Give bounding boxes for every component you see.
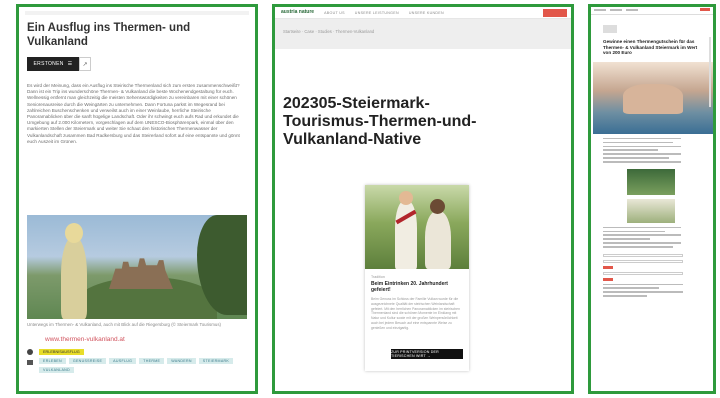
form-field[interactable] [603, 253, 683, 257]
nav-item-about[interactable]: ABOUT US [324, 11, 345, 15]
form-field[interactable] [603, 259, 683, 263]
card-cta-button[interactable]: ZUR PRINTVERSION DER TIERISCHEN WIRT → [391, 349, 463, 359]
highlight-tag[interactable]: ERLEBNISAUSFLUG [39, 349, 84, 355]
article-preview-panel: Ein Ausflug ins Thermen- und Vulkanland … [16, 4, 258, 394]
text-line [603, 295, 647, 297]
divider [591, 14, 713, 15]
mini-nav-item[interactable] [594, 8, 606, 11]
text-line [603, 291, 683, 293]
text-line [603, 234, 681, 236]
entry-form [603, 253, 683, 297]
text-line [603, 226, 681, 229]
text-line [603, 238, 650, 240]
native-ad-panel: austria nature ABOUT US UNSERE LEISTUNGE… [272, 4, 574, 394]
article-meta: ERLEBNISAUSFLUG [27, 349, 247, 355]
article-title: Ein Ausflug ins Thermen- und Vulkanland [27, 22, 191, 48]
text-line [603, 137, 681, 140]
hero-people [623, 83, 683, 114]
text-line [603, 157, 670, 159]
card-category: Tradition [371, 275, 385, 279]
article-photo [27, 215, 247, 319]
mini-nav-item[interactable] [626, 8, 638, 11]
text-line [603, 153, 681, 155]
website-link[interactable]: www.thermen-vulkanland.at [45, 336, 255, 343]
card-image [365, 185, 469, 269]
card-heading: Beim Eintrinken 20. Jahrhundert gefeiert… [371, 281, 448, 293]
tag-chip[interactable]: AUSFLUG [109, 358, 137, 364]
submit-button[interactable] [603, 265, 613, 269]
content-image [627, 198, 675, 223]
contact-button[interactable] [543, 9, 567, 17]
content-image [627, 168, 675, 195]
giveaway-text-block [603, 226, 681, 248]
mini-logo [603, 25, 617, 33]
tag-chip[interactable]: WANDERN [167, 358, 196, 364]
category-tab-label: ERSTONEN [33, 61, 64, 67]
article-body: Es wird der Meinung, dass ein Ausflug in… [27, 83, 240, 144]
text-line [603, 283, 683, 286]
photo-man-head [399, 191, 413, 205]
page-title: 202305-Steiermark-Tourismus-Thermen-und-… [283, 95, 477, 148]
hero-image [593, 61, 713, 134]
top-bar [25, 11, 249, 15]
text-line [603, 230, 666, 233]
tag-icon [27, 349, 33, 355]
nav-item-services[interactable]: UNSERE LEISTUNGEN [355, 11, 399, 15]
tag-chip[interactable]: ERLEBEN [39, 358, 66, 364]
nav-item-clients[interactable]: UNSERE KUNDEN [409, 11, 444, 15]
mini-nav-button[interactable] [700, 8, 710, 11]
giveaway-page-panel: Gewinne einen Thermengutschein für das T… [588, 4, 716, 394]
giveaway-title: Gewinne einen Thermengutschein für das T… [603, 39, 698, 56]
submit-button[interactable] [603, 277, 613, 281]
text-line [603, 246, 674, 248]
screenshot-collage: Ein Ausflug ins Thermen- und Vulkanland … [0, 0, 720, 398]
text-line [603, 242, 681, 244]
tag-chip[interactable]: THERME [139, 358, 165, 364]
giveaway-text-block [603, 137, 681, 163]
text-line [603, 149, 658, 151]
card-text: Beim Genuss im Schloss der Familie Vulka… [371, 297, 460, 330]
photo-person-head [65, 223, 83, 243]
site-navbar: austria nature ABOUT US UNSERE LEISTUNGE… [275, 7, 571, 19]
text-line [603, 141, 674, 144]
tag-chip[interactable]: STEIERMARK [198, 358, 234, 364]
photo-castle [109, 258, 173, 289]
mini-nav-item[interactable] [610, 8, 622, 11]
photo-woman [425, 211, 451, 269]
tag-list: ERLEBEN GENUSSREISE AUSFLUG THERME WANDE… [39, 358, 239, 373]
text-line [603, 161, 681, 163]
menu-icon: ☰ [67, 61, 73, 67]
share-icon[interactable]: ↗ [79, 57, 91, 71]
photo-caption: Unterwegs im Thermen- & Vulkanland, auch… [27, 322, 221, 327]
tag-chip[interactable]: VULKANLAND [39, 367, 74, 373]
breadcrumb: Startseite · Case · Studies · Thermen-Vu… [275, 19, 571, 49]
category-tab[interactable]: ERSTONEN ☰ [27, 57, 79, 71]
tag-list-wrap: ERLEBEN GENUSSREISE AUSFLUG THERME WANDE… [19, 358, 255, 373]
article-tabs: ERSTONEN ☰ ↗ [27, 57, 247, 71]
form-field[interactable] [603, 271, 683, 275]
site-logo[interactable]: austria nature [281, 10, 314, 15]
text-line [603, 287, 659, 289]
native-ad-card[interactable]: Tradition Beim Eintrinken 20. Jahrhunder… [365, 185, 469, 371]
photo-woman-head [430, 199, 445, 214]
mini-navbar [591, 7, 713, 12]
photo-person [61, 237, 87, 319]
scrollbar[interactable] [709, 37, 711, 107]
tag-chip[interactable]: GENUSSREISE [68, 358, 107, 364]
tags-icon [27, 360, 33, 365]
text-line [603, 145, 681, 148]
